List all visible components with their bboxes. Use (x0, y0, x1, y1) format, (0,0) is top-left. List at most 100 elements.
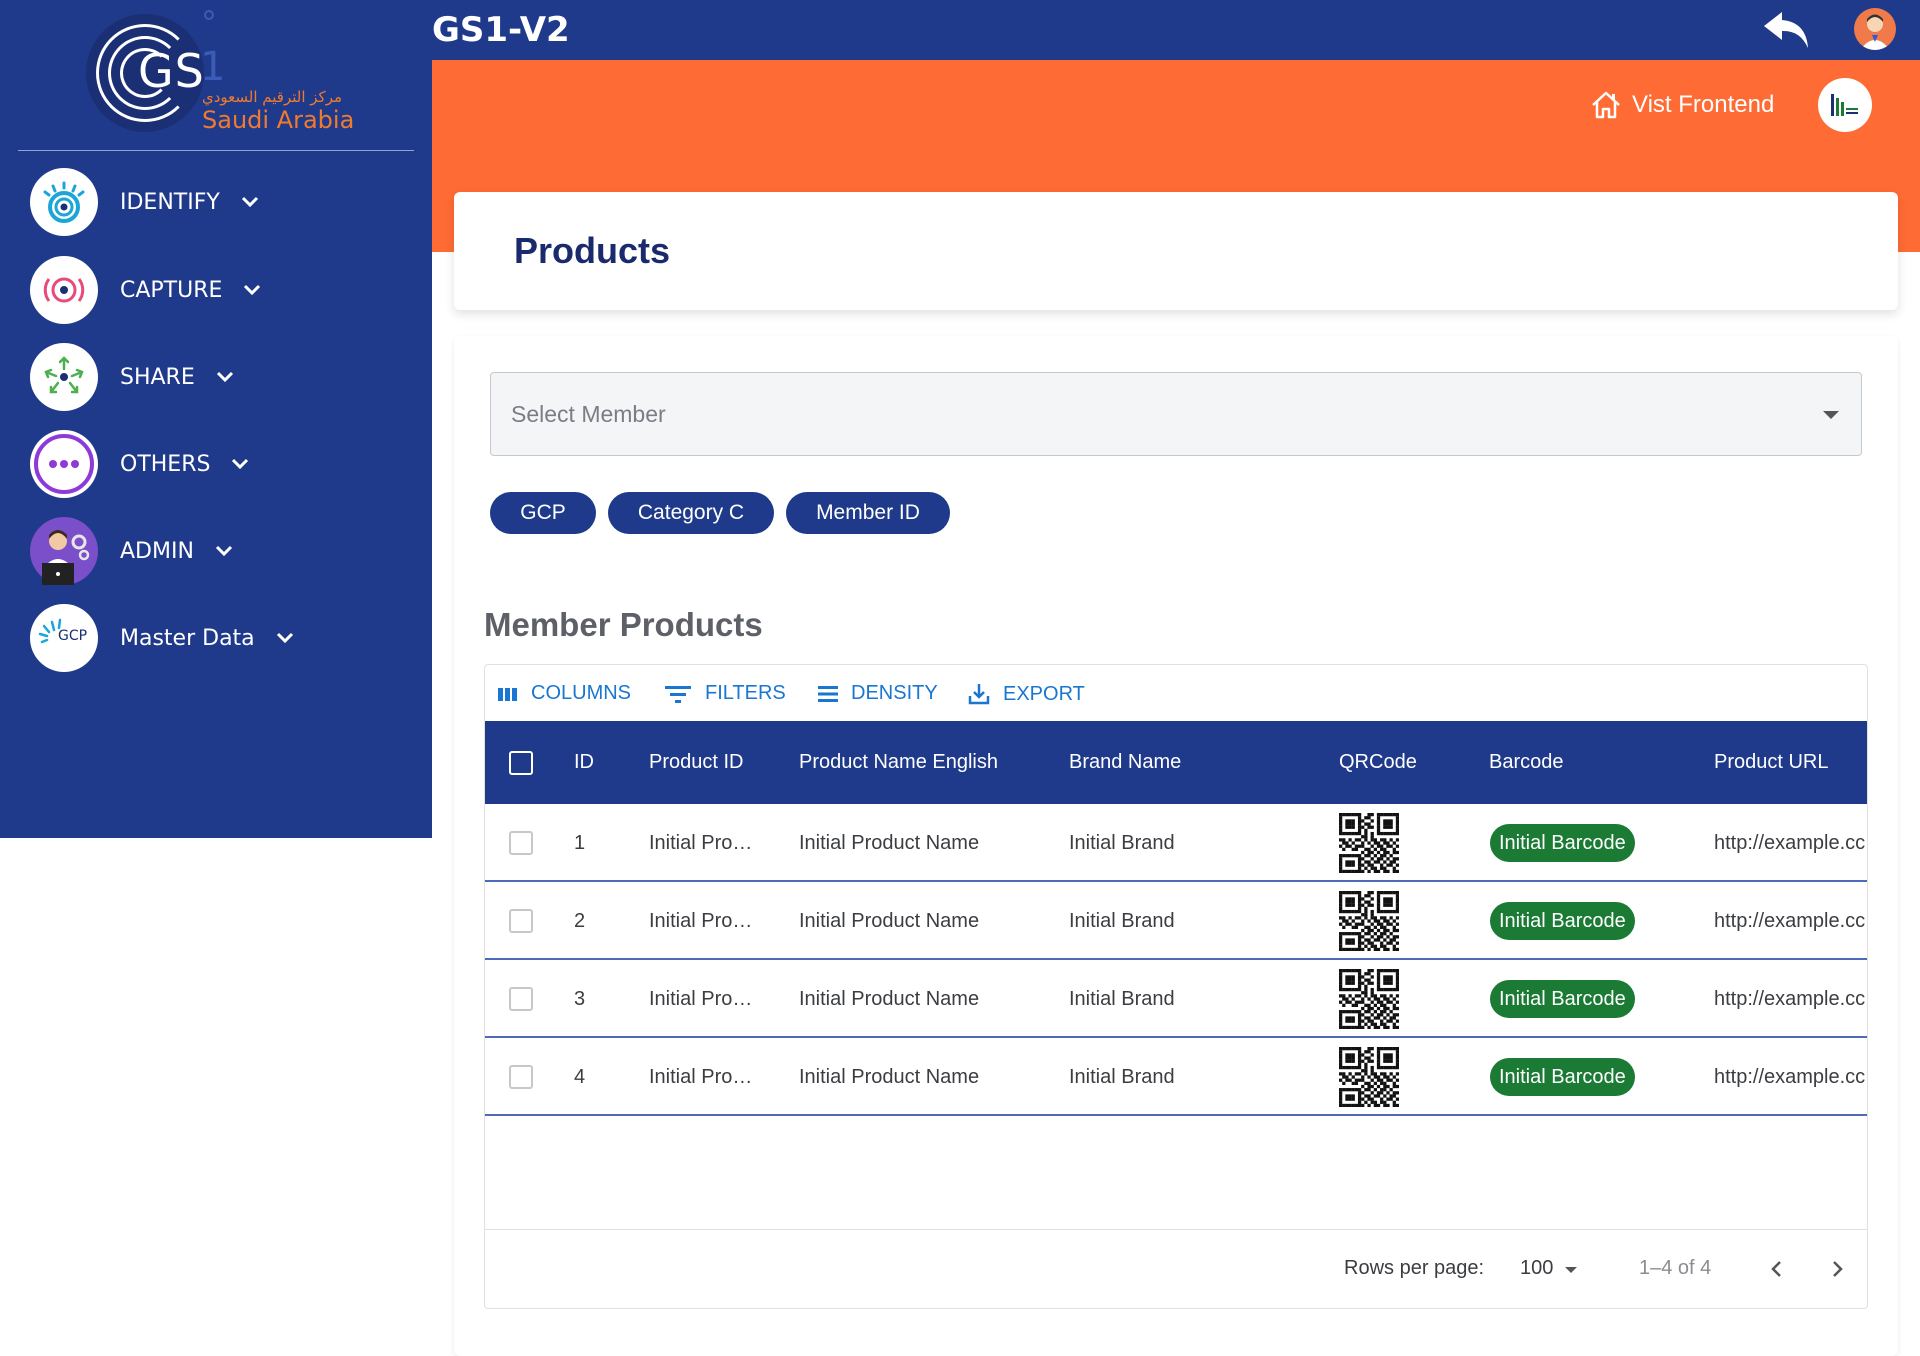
visit-frontend-label: Vist Frontend (1632, 91, 1775, 118)
export-label: EXPORT (1003, 682, 1085, 705)
chevron-down-icon (215, 545, 232, 557)
cell-brand-name: Initial Brand (1069, 1066, 1175, 1088)
page-title-card: Products (454, 192, 1898, 310)
sidebar-item-label: CAPTURE (120, 277, 223, 303)
caret-down-icon (1565, 1267, 1577, 1273)
barcode-badge[interactable]: Initial Barcode (1490, 980, 1635, 1018)
table-row[interactable]: 3 Initial Pro… Initial Product Name Initial… (485, 960, 1867, 1038)
cell-id: 1 (574, 832, 586, 854)
filters-label: FILTERS (705, 682, 786, 704)
logo-country: Saudi Arabia (202, 106, 355, 134)
barcode-badge[interactable]: Initial Barcode (1490, 902, 1635, 940)
visit-frontend-link[interactable]: Vist Frontend (1590, 90, 1774, 120)
cell-product-url[interactable]: http://example.cc (1714, 1066, 1865, 1089)
columns-label: COLUMNS (531, 682, 632, 704)
column-header-product-name[interactable]: Product Name English (799, 751, 998, 774)
cell-product-url[interactable]: http://example.cc (1714, 988, 1865, 1011)
table-row[interactable]: 1 Initial Pro… Initial Product Name Initial… (485, 804, 1867, 882)
sidebar-item-capture[interactable]: CAPTURE (30, 256, 262, 324)
logo-registered-mark (204, 10, 214, 20)
logo-one: 1 (200, 44, 226, 90)
sidebar-item-others[interactable]: OTHERS (30, 430, 250, 498)
next-page-icon[interactable] (1823, 1255, 1851, 1283)
column-header-id[interactable]: ID (574, 751, 594, 774)
qr-code-image[interactable] (1339, 969, 1400, 1030)
qr-code-image[interactable] (1339, 1047, 1400, 1108)
capture-target-icon (30, 256, 98, 324)
row-checkbox[interactable] (509, 1065, 533, 1089)
grid-toolbar: COLUMNS FILTERS DENSITY EXPORT (485, 665, 1867, 721)
undo-arrow-icon[interactable] (1760, 6, 1814, 54)
app-root: GS 1 مركز الترقيم السعودي Saudi Arabia I… (0, 0, 1920, 1356)
chip-gcp[interactable]: GCP (490, 492, 596, 534)
sidebar-item-label: SHARE (120, 364, 195, 390)
rows-per-page-label: Rows per page: (1344, 1257, 1485, 1279)
column-header-qrcode[interactable]: QRCode (1339, 751, 1417, 774)
cell-product-name: Initial Product Name (799, 832, 980, 854)
section-title: Member Products (484, 606, 763, 643)
sidebar-item-master-data[interactable]: GCP Master Data (30, 604, 295, 672)
cell-product-name: Initial Product Name (799, 910, 980, 932)
table-row[interactable]: 2 Initial Pro… Initial Product Name Initial… (485, 882, 1867, 960)
barcode-badge[interactable]: Initial Barcode (1490, 824, 1635, 862)
cell-product-id: Initial Pro… (649, 988, 753, 1010)
products-data-grid: COLUMNS FILTERS DENSITY EXPORT ID Produc… (484, 664, 1868, 1309)
filter-icon (665, 685, 691, 703)
qr-code-image[interactable] (1339, 813, 1400, 874)
admin-user-icon (30, 517, 98, 585)
chip-category-c[interactable]: Category C (608, 492, 774, 534)
density-icon (818, 685, 838, 702)
row-checkbox[interactable] (509, 909, 533, 933)
pagination-range: 1–4 of 4 (1639, 1257, 1712, 1279)
row-checkbox[interactable] (509, 831, 533, 855)
select-all-checkbox[interactable] (509, 751, 533, 775)
sidebar-item-admin[interactable]: ADMIN (30, 517, 234, 585)
sidebar-item-label: IDENTIFY (120, 189, 220, 215)
user-avatar-icon[interactable] (1854, 8, 1896, 50)
cell-product-url[interactable]: http://example.cc (1714, 832, 1865, 855)
app-title: GS1-V2 (432, 10, 570, 50)
rows-per-page-select[interactable]: 100 (1520, 1257, 1553, 1280)
grid-footer-divider (485, 1229, 1867, 1230)
table-row[interactable]: 4 Initial Pro… Initial Product Name Initial… (485, 1038, 1867, 1116)
chevron-down-icon (232, 458, 249, 470)
cell-product-url[interactable]: http://example.cc (1714, 910, 1865, 933)
cell-brand-name: Initial Brand (1069, 832, 1175, 854)
column-header-product-url[interactable]: Product URL (1714, 751, 1829, 774)
cell-id: 4 (574, 1066, 586, 1088)
sidebar-item-label: ADMIN (120, 538, 194, 564)
filters-button[interactable]: FILTERS (663, 682, 786, 705)
row-checkbox[interactable] (509, 987, 533, 1011)
barcode-badge[interactable]: Initial Barcode (1490, 1058, 1635, 1096)
columns-button[interactable]: COLUMNS (497, 682, 631, 705)
sidebar-divider (18, 150, 414, 151)
download-icon (968, 684, 990, 705)
member-select[interactable]: Select Member (490, 372, 1862, 456)
density-button[interactable]: DENSITY (817, 682, 938, 705)
page-title: Products (514, 230, 671, 271)
chevron-down-icon (241, 196, 258, 208)
gs1-logo[interactable]: GS 1 مركز الترقيم السعودي Saudi Arabia (0, 0, 432, 150)
more-dots-icon (30, 430, 98, 498)
identify-eye-icon (30, 168, 98, 236)
caret-down-icon (1823, 411, 1839, 419)
brand-logo[interactable] (1818, 78, 1872, 132)
previous-page-icon[interactable] (1763, 1255, 1791, 1283)
cell-product-id: Initial Pro… (649, 910, 753, 932)
chip-member-id[interactable]: Member ID (786, 492, 950, 534)
gcp-badge: GCP (58, 628, 88, 644)
columns-icon (498, 687, 517, 701)
cell-product-id: Initial Pro… (649, 1066, 753, 1088)
column-header-barcode[interactable]: Barcode (1489, 751, 1564, 774)
sidebar-item-identify[interactable]: IDENTIFY (30, 168, 260, 236)
chevron-down-icon (244, 284, 261, 296)
sidebar-item-share[interactable]: SHARE (30, 343, 235, 411)
column-header-brand-name[interactable]: Brand Name (1069, 751, 1181, 774)
column-header-product-id[interactable]: Product ID (649, 751, 743, 774)
export-button[interactable]: EXPORT (967, 682, 1085, 706)
logo-mark: GS (138, 44, 205, 98)
cell-id: 3 (574, 988, 586, 1010)
top-app-bar (432, 0, 1920, 60)
cell-brand-name: Initial Brand (1069, 988, 1175, 1010)
qr-code-image[interactable] (1339, 891, 1400, 952)
